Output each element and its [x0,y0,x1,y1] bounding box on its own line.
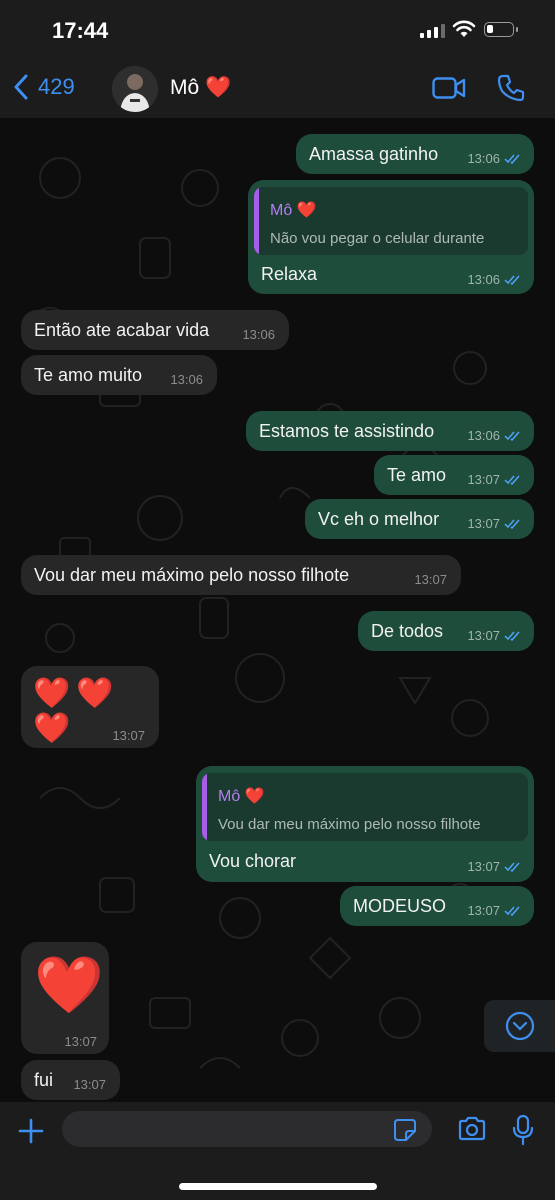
read-receipt-icon [504,431,520,441]
quoted-sender: Mô ❤️ [270,202,317,219]
read-receipt-icon [504,275,520,285]
message-text: Amassa gatinho [309,144,439,164]
quoted-sender: Mô ❤️ [218,788,265,805]
plus-icon[interactable] [18,1118,44,1144]
sticker-icon[interactable] [393,1118,417,1142]
message-bubble-outgoing-reply[interactable]: Mô ❤️ Não vou pegar o celular durante Re… [248,180,534,294]
quoted-text: Não vou pegar o celular durante [270,230,485,247]
message-text: Estamos te assistindo [259,421,435,441]
message-text: Te amo muito [34,365,143,385]
read-receipt-icon [504,862,520,872]
contact-heart-emoji: ❤️ [205,76,232,99]
status-time: 17:44 [52,18,109,43]
phone-call-icon[interactable] [497,74,525,102]
message-time: 13:07 [414,572,447,587]
message-time: 13:06 [242,327,275,342]
message-time: 13:07 [73,1077,106,1092]
video-call-icon[interactable] [432,76,466,100]
message-time: 13:07 [467,472,522,487]
microphone-icon[interactable] [512,1114,534,1146]
status-bar: 17:44 [0,0,555,62]
message-text: Vou chorar [209,851,297,871]
quoted-message[interactable]: Mô ❤️ Não vou pegar o celular durante [254,187,528,255]
message-time: 13:07 [467,859,522,874]
message-bubble-incoming[interactable]: Vou dar meu máximo pelo nosso filhote 13… [21,555,461,595]
message-bubble-outgoing[interactable]: MODEUSO 13:07 [340,886,534,926]
message-bubble-outgoing[interactable]: Amassa gatinho 13:06 [296,134,534,174]
read-receipt-icon [504,631,520,641]
home-indicator [179,1183,377,1190]
message-input[interactable] [62,1111,432,1147]
read-receipt-icon [504,475,520,485]
message-bubble-incoming[interactable]: fui 13:07 [21,1060,120,1100]
chat-area[interactable]: Amassa gatinho 13:06 Mô ❤️ Não vou pegar… [0,118,555,1102]
camera-icon[interactable] [457,1116,487,1142]
message-bubble-outgoing[interactable]: Estamos te assistindo 13:06 [246,411,534,451]
message-bubble-outgoing[interactable]: De todos 13:07 [358,611,534,651]
message-time: 13:07 [467,903,522,918]
message-time: 13:07 [112,728,145,743]
message-time: 13:07 [467,516,522,531]
message-text: Vc eh o melhor [318,509,440,529]
scroll-to-bottom-button[interactable] [484,1000,555,1052]
message-bubble-incoming[interactable]: Então ate acabar vida 13:06 [21,310,289,350]
cellular-signal-icon [420,24,445,38]
contact-name-text: Mô [170,76,200,99]
message-bubble-incoming[interactable]: Te amo muito 13:06 [21,355,217,395]
chevron-down-circle-icon [505,1011,535,1041]
message-time: 13:06 [467,151,522,166]
message-bubble-incoming-emoji[interactable]: ❤️❤️❤️ 13:07 [21,666,159,748]
message-bubble-incoming-emoji[interactable]: ❤️ 13:07 [21,942,109,1054]
message-text: Vou dar meu máximo pelo nosso filhote [34,565,350,585]
unread-count: 429 [38,74,75,99]
read-receipt-icon [504,906,520,916]
chevron-left-icon [14,74,28,100]
message-time: 13:07 [64,1034,97,1049]
back-button[interactable]: 429 [14,74,75,100]
quoted-message[interactable]: Mô ❤️ Vou dar meu máximo pelo nosso filh… [202,773,528,841]
avatar[interactable] [112,66,158,112]
message-text: De todos [371,621,444,641]
message-time: 13:07 [467,628,522,643]
message-time: 13:06 [467,428,522,443]
message-text: Relaxa [261,264,318,284]
message-text: MODEUSO [353,896,447,916]
message-text: Te amo [387,465,447,485]
read-receipt-icon [504,154,520,164]
message-bubble-outgoing[interactable]: Vc eh o melhor 13:07 [305,499,534,539]
heart-emoji-message: ❤️ [34,953,104,1016]
wifi-icon [452,20,476,37]
read-receipt-icon [504,519,520,529]
quote-accent-bar [202,773,207,841]
message-time: 13:06 [467,272,522,287]
message-bubble-outgoing-reply[interactable]: Mô ❤️ Vou dar meu máximo pelo nosso filh… [196,766,534,882]
quoted-text: Vou dar meu máximo pelo nosso filhote [218,816,481,833]
composer-bar [0,1102,555,1200]
message-text: fui [34,1070,54,1090]
quote-accent-bar [254,187,259,255]
chat-header: 429 Mô ❤️ [0,62,555,119]
message-text: Então ate acabar vida [34,320,210,340]
message-time: 13:06 [170,372,203,387]
message-bubble-outgoing[interactable]: Te amo 13:07 [374,455,534,495]
contact-name[interactable]: Mô ❤️ [170,76,231,100]
battery-icon [484,22,518,37]
